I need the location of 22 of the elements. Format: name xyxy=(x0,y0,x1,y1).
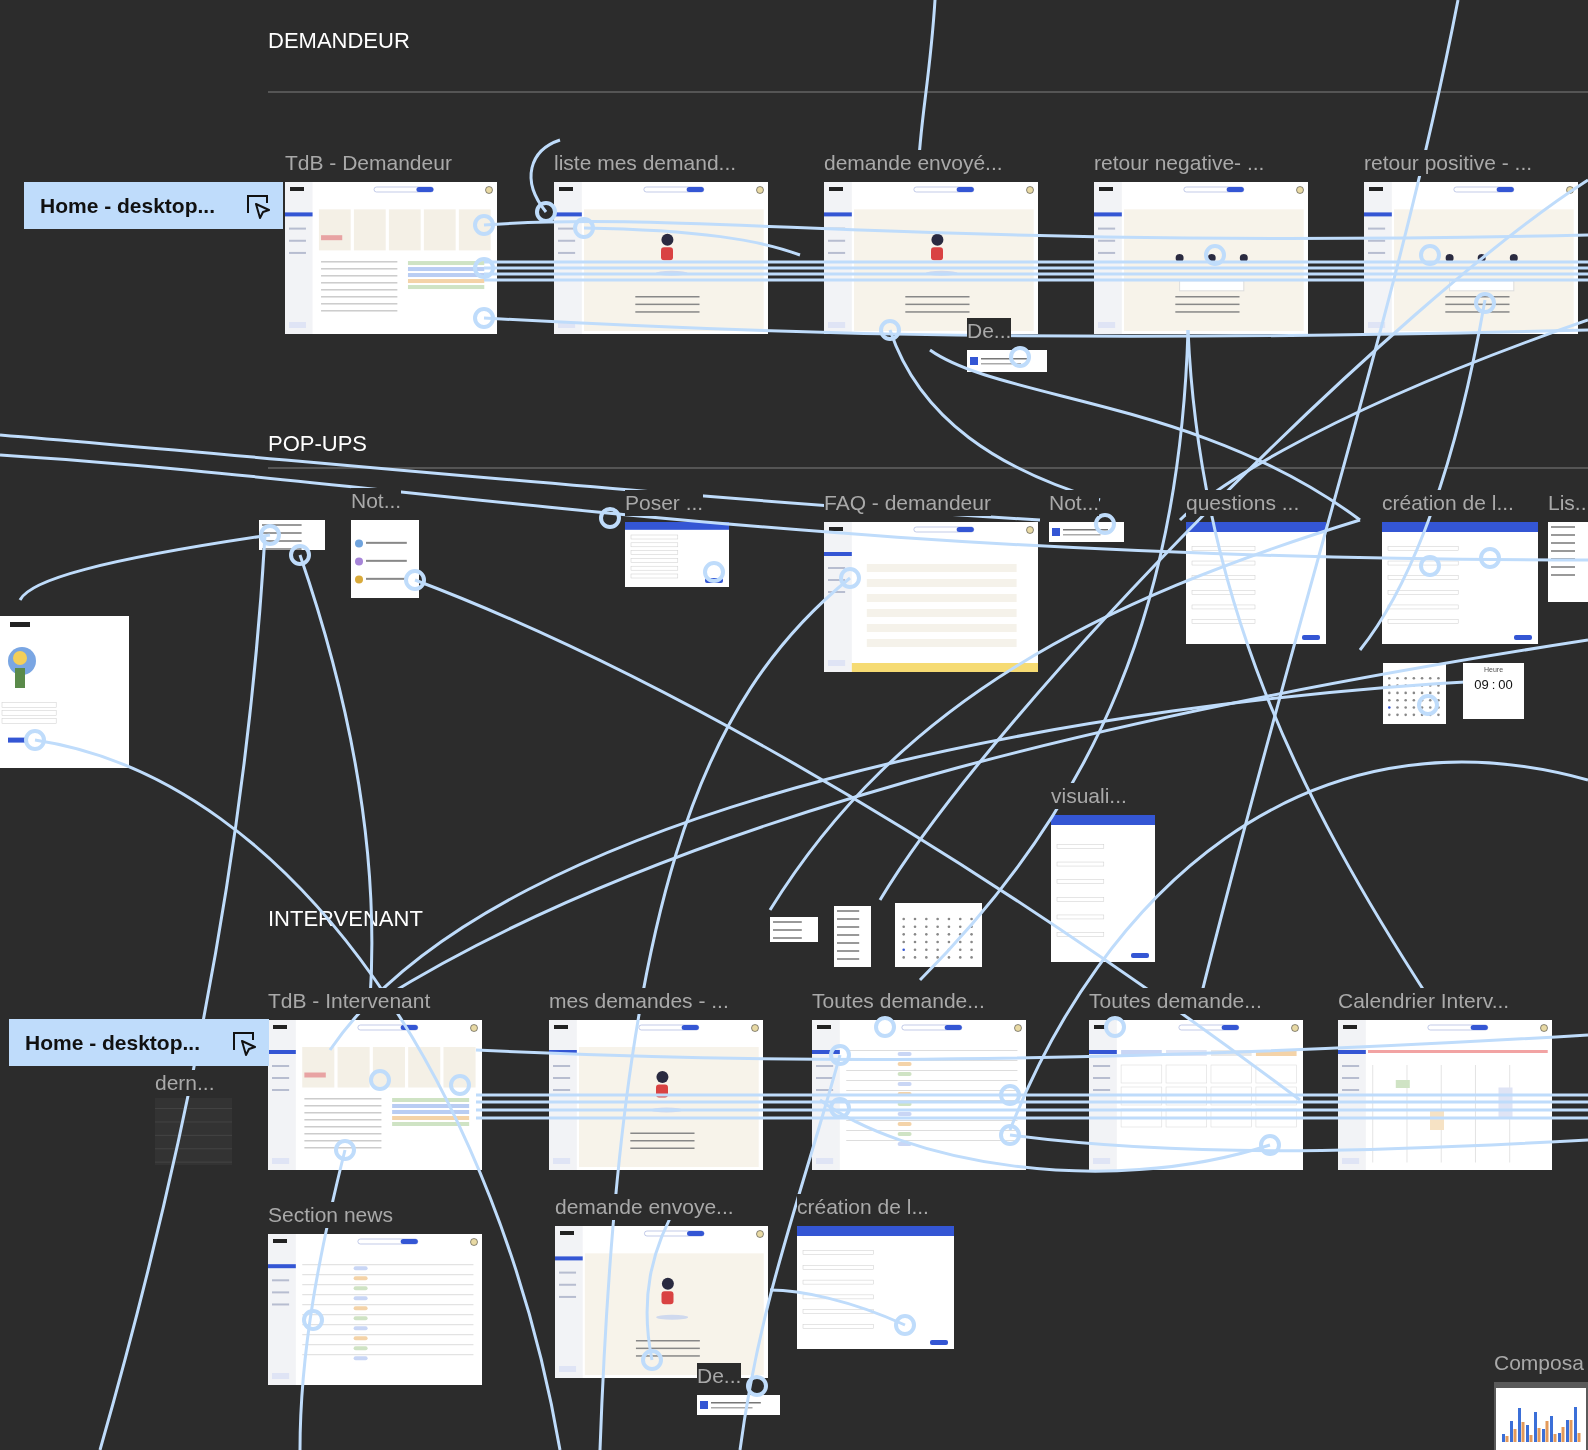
frame-title[interactable]: Not... xyxy=(1049,490,1100,516)
frame-title[interactable]: TdB - Intervenant xyxy=(268,988,431,1014)
frame-title[interactable]: dern... xyxy=(155,1070,215,1096)
frame-title[interactable]: demande envoyé... xyxy=(824,150,1003,176)
flow-start-button[interactable]: Home - desktop... xyxy=(24,182,283,229)
minute-value[interactable]: 00 xyxy=(1498,677,1513,692)
play-icon xyxy=(245,192,271,219)
frame-thumbnail xyxy=(834,906,871,967)
time-separator: : xyxy=(1491,677,1496,692)
frame-title[interactable]: mes demandes - ... xyxy=(549,988,729,1014)
frame-title[interactable]: Poser ... xyxy=(625,490,704,516)
frame-title[interactable]: Section news xyxy=(268,1202,393,1228)
play-icon xyxy=(231,1029,257,1056)
frame-title[interactable]: Toutes demande... xyxy=(1089,988,1262,1014)
frame-title[interactable]: questions ... xyxy=(1186,490,1300,516)
frame-title[interactable]: demande envoye... xyxy=(555,1194,734,1220)
frame-title[interactable]: retour positive - ... xyxy=(1364,150,1533,176)
frame-title[interactable]: création de l... xyxy=(1382,490,1514,516)
hour-value[interactable]: 09 xyxy=(1474,677,1489,692)
frame-thumbnail xyxy=(770,917,818,942)
flow-start-button[interactable]: Home - desktop... xyxy=(9,1019,269,1066)
frame-title[interactable]: visuali... xyxy=(1051,783,1127,809)
